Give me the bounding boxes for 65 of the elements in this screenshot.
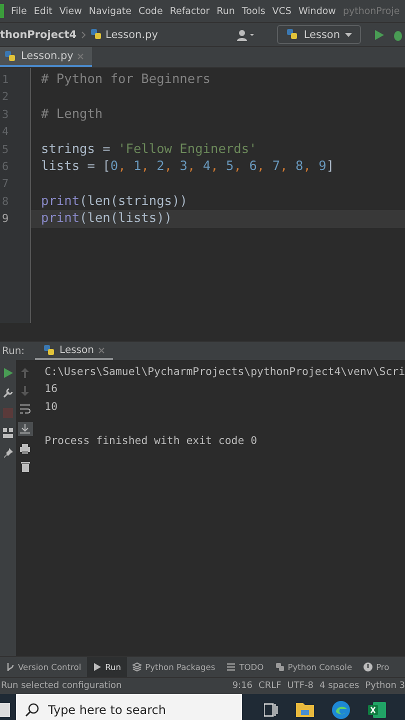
wrap-icon[interactable] bbox=[20, 404, 31, 414]
status-item[interactable]: CRLF bbox=[258, 681, 282, 691]
folder-icon[interactable] bbox=[296, 702, 314, 717]
scroll-end-icon[interactable] bbox=[18, 422, 33, 436]
run-config-dropdown[interactable]: Lesson bbox=[276, 25, 361, 44]
python-file-icon bbox=[4, 50, 17, 62]
python-icon bbox=[42, 344, 56, 356]
code-line: print(len(strings)) bbox=[41, 194, 188, 209]
tool-window-tab[interactable]: Version Control bbox=[0, 657, 88, 677]
python-file-icon bbox=[90, 28, 103, 41]
menu-item[interactable]: Code bbox=[138, 6, 163, 16]
status-message: Run selected configuration bbox=[0, 681, 122, 691]
code-line: strings = 'Fellow Enginerds' bbox=[41, 142, 257, 157]
console-line: Process finished with exit code 0 bbox=[44, 434, 258, 448]
status-item[interactable]: 9:16 bbox=[232, 681, 253, 691]
window-title: pythonProje bbox=[342, 6, 400, 16]
search-icon bbox=[25, 703, 39, 717]
menu-item[interactable]: VCS bbox=[272, 6, 292, 16]
tool-window-tab[interactable]: TODO bbox=[221, 657, 270, 677]
breadcrumb[interactable]: thonProject4 bbox=[0, 28, 77, 40]
play-icon bbox=[92, 662, 102, 672]
menu-item[interactable]: Run bbox=[216, 6, 235, 16]
trash-icon[interactable] bbox=[20, 462, 30, 472]
editor-tab[interactable]: Lesson.py bbox=[0, 47, 92, 67]
menu-item[interactable]: Navigate bbox=[88, 6, 132, 16]
console-line: 16 bbox=[44, 382, 58, 396]
print-icon[interactable] bbox=[20, 444, 30, 454]
code-line: # Python for Beginners bbox=[41, 72, 210, 87]
wrench-icon[interactable] bbox=[2, 388, 13, 398]
python-icon bbox=[274, 662, 285, 672]
caret-icon bbox=[345, 32, 352, 36]
status-item[interactable]: Python 3 bbox=[365, 681, 405, 691]
layers-icon bbox=[132, 662, 142, 672]
tool-window-tab[interactable]: Pro bbox=[358, 657, 396, 677]
console-line: 10 bbox=[44, 400, 58, 413]
status-item[interactable]: 4 spaces bbox=[320, 681, 360, 691]
console-line: C:\Users\Samuel\PycharmProjects\pythonProject4\venv\Scri bbox=[44, 365, 405, 378]
spreadsheet-icon[interactable] bbox=[368, 702, 386, 718]
pin-icon[interactable] bbox=[2, 448, 13, 458]
layout-icon[interactable] bbox=[2, 428, 13, 438]
run-label: Run: bbox=[2, 346, 25, 356]
menu-item[interactable]: Tools bbox=[242, 6, 266, 16]
menu-item[interactable]: Refactor bbox=[170, 6, 210, 16]
code-line: # Length bbox=[41, 106, 103, 122]
browser-icon[interactable] bbox=[332, 700, 350, 718]
tool-window-tab[interactable]: Run bbox=[87, 657, 128, 677]
breadcrumb[interactable]: Lesson.py bbox=[90, 28, 158, 41]
menu-item[interactable]: Window bbox=[298, 6, 336, 16]
tool-window-tab[interactable]: Python Packages bbox=[127, 657, 222, 677]
rerun-icon[interactable] bbox=[2, 368, 13, 378]
menu-item[interactable]: File bbox=[11, 6, 27, 16]
info-icon bbox=[363, 662, 374, 672]
python-icon bbox=[286, 28, 299, 41]
menu-item[interactable]: View bbox=[59, 6, 82, 16]
code-line: lists = [0, 1, 2, 3, 4, 5, 6, 7, 8, 9] bbox=[41, 158, 334, 174]
status-item[interactable]: UTF-8 bbox=[287, 681, 314, 691]
chevron-icon bbox=[80, 30, 86, 38]
code-line: print(len(lists)) bbox=[41, 211, 172, 226]
task-view-icon[interactable] bbox=[264, 702, 278, 716]
search-field[interactable]: Type here to search bbox=[16, 694, 242, 720]
branch-icon bbox=[5, 662, 15, 672]
tool-window-tab[interactable]: Python Console bbox=[270, 657, 358, 677]
line-number: 9 bbox=[1, 211, 10, 228]
menu-item[interactable]: Edit bbox=[34, 6, 52, 16]
list-icon bbox=[226, 662, 236, 672]
